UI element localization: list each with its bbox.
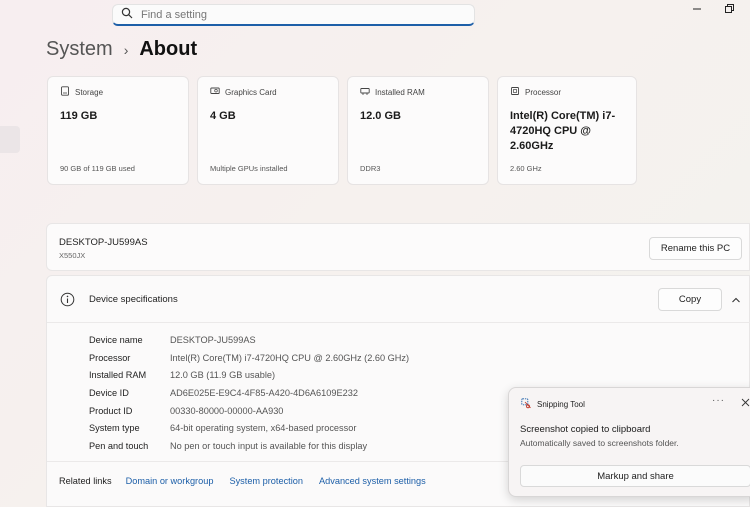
breadcrumb: System › About [46,38,197,61]
card-label: Graphics Card [225,87,277,97]
spec-key: Device name [89,334,143,345]
card-label: Installed RAM [375,87,425,97]
system-protection-link[interactable]: System protection [229,476,303,486]
card-sub: 90 GB of 119 GB used [60,164,135,173]
card-label: Processor [525,87,562,97]
spec-row: Device name DESKTOP-JU599AS [89,331,409,349]
card-value: 4 GB [210,110,236,122]
graphics-card-icon [210,86,225,98]
spec-row: Processor Intel(R) Core(TM) i7-4720HQ CPU… [89,349,409,367]
info-icon [60,292,75,307]
snipping-tool-notification[interactable]: Snipping Tool ··· Screenshot copied to c… [508,387,750,497]
graphics-card-card[interactable]: Graphics Card 4 GB Multiple GPUs install… [197,76,339,185]
device-name-bar: DESKTOP-JU599AS X550JX Rename this PC [46,223,750,271]
spec-key: Device ID [89,387,129,398]
page-title: About [139,38,198,60]
restore-icon[interactable] [720,2,738,16]
spec-key: Installed RAM [89,370,147,381]
spec-value: 12.0 GB (11.9 GB usable) [170,370,276,381]
storage-card[interactable]: Storage 119 GB 90 GB of 119 GB used [47,76,189,185]
spec-list: Device name DESKTOP-JU599AS Processor Inte… [89,331,409,455]
minimize-icon[interactable] [688,2,706,16]
toast-app-header: Snipping Tool [521,398,585,411]
spec-row: Product ID 00330-80000-00000-AA930 [89,402,409,420]
spec-key: System type [89,423,140,434]
spec-row: Device ID AD6E025E-E9C4-4F85-A420-4D6A610… [89,384,409,402]
spec-row: System type 64-bit operating system, x64-… [89,419,409,437]
nav-selected-item[interactable] [0,126,20,153]
toast-app-name: Snipping Tool [537,400,585,409]
snipping-tool-icon [521,398,537,411]
spec-row: Pen and touch No pen or touch input is av… [89,437,409,455]
device-specifications-header[interactable]: Device specifications Copy [47,276,750,323]
spec-value: DESKTOP-JU599AS [170,334,256,345]
rename-pc-button[interactable]: Rename this PC [649,237,742,260]
storage-icon [60,86,75,98]
toast-title: Screenshot copied to clipboard [520,424,651,435]
card-sub: 2.60 GHz [510,164,542,173]
spec-row: Installed RAM 12.0 GB (11.9 GB usable) [89,366,409,384]
breadcrumb-parent[interactable]: System [46,38,113,61]
spec-key: Product ID [89,405,133,416]
card-label: Storage [75,87,104,97]
chevron-up-icon[interactable] [731,295,741,305]
device-model: X550JX [59,251,86,260]
copy-button[interactable]: Copy [658,288,722,311]
breadcrumb-separator: › [123,41,129,58]
spec-value: 64-bit operating system, x64-based proce… [170,423,357,434]
ram-icon [360,86,375,98]
domain-workgroup-link[interactable]: Domain or workgroup [126,476,214,486]
spec-key: Processor [89,352,131,363]
card-value: 119 GB [60,110,98,122]
markup-and-share-button[interactable]: Markup and share [520,465,750,487]
spec-value: AD6E025E-E9C4-4F85-A420-4D6A6109E232 [170,387,358,398]
card-value: Intel(R) Core(TM) i7-4720HQ CPU @ 2.60GH… [510,110,616,152]
spec-value: 00330-80000-00000-AA930 [170,405,284,416]
more-options-icon[interactable]: ··· [712,395,725,406]
search-box[interactable] [112,4,475,26]
spec-value: No pen or touch input is available for t… [170,440,368,451]
spec-key: Pen and touch [89,440,149,451]
device-name: DESKTOP-JU599AS [59,237,148,248]
toast-body: Automatically saved to screenshots folde… [520,438,679,448]
search-icon [121,6,133,24]
close-icon[interactable] [741,398,750,407]
card-sub: Multiple GPUs installed [210,164,288,173]
card-sub: DDR3 [360,164,381,173]
related-links-label: Related links [59,475,112,486]
advanced-system-settings-link[interactable]: Advanced system settings [319,476,426,486]
search-input[interactable] [141,8,461,21]
device-specifications-title: Device specifications [89,294,178,305]
processor-icon [510,86,525,98]
processor-card[interactable]: Processor Intel(R) Core(TM) i7-4720HQ CP… [497,76,637,185]
spec-value: Intel(R) Core(TM) i7-4720HQ CPU @ 2.60GH… [170,352,410,363]
installed-ram-card[interactable]: Installed RAM 12.0 GB DDR3 [347,76,489,185]
card-value: 12.0 GB [360,110,401,122]
